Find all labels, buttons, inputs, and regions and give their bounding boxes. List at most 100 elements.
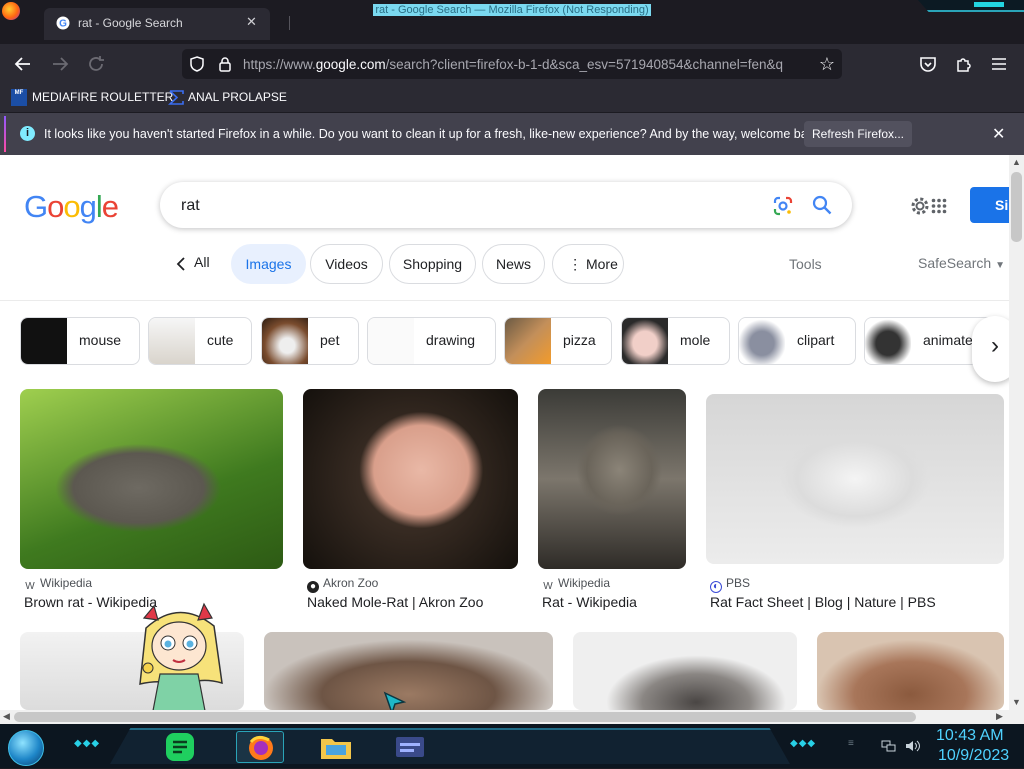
header-divider [0, 300, 1009, 301]
search-input[interactable]: rat [181, 197, 200, 215]
safesearch-dropdown[interactable]: SafeSearch ▼ [918, 255, 1005, 271]
notification-close-icon[interactable]: ✕ [992, 124, 1005, 144]
tab-images[interactable]: Images [231, 244, 306, 284]
tab-close-icon[interactable]: ✕ [246, 14, 257, 30]
back-arrow-icon[interactable] [12, 53, 34, 75]
tools-button[interactable]: Tools [789, 256, 822, 272]
tab-more[interactable]: ⋮ More [552, 244, 624, 284]
window-controls-deco [918, 0, 1024, 12]
result-source[interactable]: ◐ PBS [710, 576, 750, 593]
forward-arrow-icon[interactable] [49, 53, 71, 75]
result-source[interactable]: ● Akron Zoo [307, 576, 378, 593]
apps-grid-icon[interactable] [931, 198, 947, 214]
chip-label: animate [923, 332, 973, 348]
result-image-rat[interactable] [538, 389, 686, 569]
related-chip-mole[interactable]: mole [621, 317, 730, 365]
refresh-firefox-button[interactable]: Refresh Firefox... [804, 121, 912, 147]
related-chip-pizza[interactable]: pizza [504, 317, 612, 365]
volume-icon[interactable] [904, 739, 922, 753]
tab-more-label: More [585, 256, 618, 272]
related-chip-mouse[interactable]: mouse [20, 317, 140, 365]
chip-label: cute [207, 332, 234, 348]
lock-icon[interactable] [216, 55, 234, 73]
google-logo[interactable]: Google [24, 189, 119, 225]
url-text[interactable]: https://www.google.com/search?client=fir… [243, 57, 806, 72]
chevron-left-icon[interactable] [175, 256, 187, 272]
result-caption[interactable]: Rat Fact Sheet | Blog | Nature | PBS [710, 594, 936, 610]
scroll-right-arrow-icon[interactable]: ▶ [996, 711, 1003, 722]
result-source[interactable]: W Wikipedia [24, 576, 92, 593]
result-caption[interactable]: Rat - Wikipedia [542, 594, 637, 610]
reload-icon[interactable] [85, 53, 107, 75]
result-source[interactable]: W Wikipedia [542, 576, 610, 593]
chip-label: pet [320, 332, 340, 348]
hamburger-menu-icon[interactable] [990, 55, 1008, 73]
notification-accent [4, 116, 6, 152]
result-caption[interactable]: Naked Mole-Rat | Akron Zoo [307, 594, 483, 610]
bookmark-mediafire-rouletter[interactable]: MEDIAFIRE ROULETTER [32, 90, 173, 104]
chip-thumbnail [505, 318, 551, 364]
tab-news[interactable]: News [482, 244, 545, 284]
bookmark-star-icon[interactable]: ☆ [816, 53, 838, 75]
firefox-taskbar-icon [249, 735, 273, 760]
search-icon[interactable] [811, 194, 833, 216]
google-lens-icon[interactable] [772, 195, 794, 217]
chip-thumbnail [622, 318, 668, 364]
chip-thumbnail [865, 318, 911, 364]
related-chip-cute[interactable]: cute [148, 317, 252, 365]
scroll-left-arrow-icon[interactable]: ◀ [3, 711, 10, 722]
scroll-up-arrow-icon[interactable]: ▲ [1012, 157, 1021, 167]
taskbar-band [110, 728, 790, 764]
wikipedia-icon: W [25, 581, 35, 592]
tab-title: rat - Google Search [78, 16, 183, 30]
horizontal-scroll-thumb[interactable] [14, 712, 916, 722]
google-favicon-icon: G [56, 16, 70, 30]
vertical-scroll-thumb[interactable] [1011, 172, 1022, 242]
taskbar-notes-app[interactable] [162, 731, 198, 763]
result-image-brown-rat[interactable] [20, 389, 283, 569]
related-chip-clipart[interactable]: clipart [738, 317, 856, 365]
tab-videos[interactable]: Videos [310, 244, 383, 284]
source-label: PBS [726, 576, 751, 590]
result-image-white-rat[interactable] [706, 394, 1004, 564]
related-chip-drawing[interactable]: drawing [367, 317, 496, 365]
search-box[interactable] [160, 182, 852, 228]
bookmark-second[interactable]: ANAL PROLAPSE [188, 90, 287, 104]
info-icon: i [20, 126, 35, 141]
source-label: Wikipedia [558, 576, 611, 590]
result-image-row2-3[interactable] [573, 632, 797, 710]
taskbar-firefox-app[interactable] [236, 731, 284, 763]
mediafire-bookmark-icon: MF [11, 89, 27, 106]
akron-zoo-icon: ● [307, 581, 319, 593]
start-button[interactable] [8, 730, 44, 766]
folder-icon [321, 739, 351, 759]
clock-date[interactable]: 10/9/2023 [938, 747, 1009, 765]
bookmark-sigma-icon [168, 90, 184, 105]
network-icon[interactable] [880, 739, 896, 753]
chip-label: pizza [563, 332, 596, 348]
desktop-mascot-character [139, 602, 223, 717]
pocket-icon[interactable] [918, 54, 938, 74]
safesearch-label: SafeSearch [918, 255, 992, 271]
chip-thumbnail [21, 318, 67, 364]
taskbar-file-explorer[interactable] [318, 731, 354, 763]
taskbar-deco-icon: ≡ [848, 738, 855, 749]
clock-time[interactable]: 10:43 AM [936, 727, 1004, 745]
gear-icon[interactable] [908, 194, 932, 218]
tracking-shield-icon[interactable] [188, 55, 206, 73]
chip-label: mole [680, 332, 711, 348]
chip-thumbnail [368, 318, 414, 364]
related-chip-pet[interactable]: pet [261, 317, 359, 365]
result-image-row2-4[interactable] [817, 632, 1004, 710]
taskbar-app-window[interactable] [392, 731, 428, 763]
tab-all[interactable]: All [194, 254, 210, 270]
wikipedia-icon: W [543, 581, 553, 592]
chip-thumbnail [739, 318, 785, 364]
result-image-row2-2[interactable] [264, 632, 553, 710]
extensions-icon[interactable] [954, 54, 974, 74]
scroll-down-arrow-icon[interactable]: ▼ [1012, 697, 1021, 707]
tab-shopping[interactable]: Shopping [389, 244, 476, 284]
result-image-naked-mole-rat[interactable] [303, 389, 518, 569]
taskbar-deco-icon: ◆◆◆ [74, 738, 101, 749]
source-label: Wikipedia [40, 576, 93, 590]
